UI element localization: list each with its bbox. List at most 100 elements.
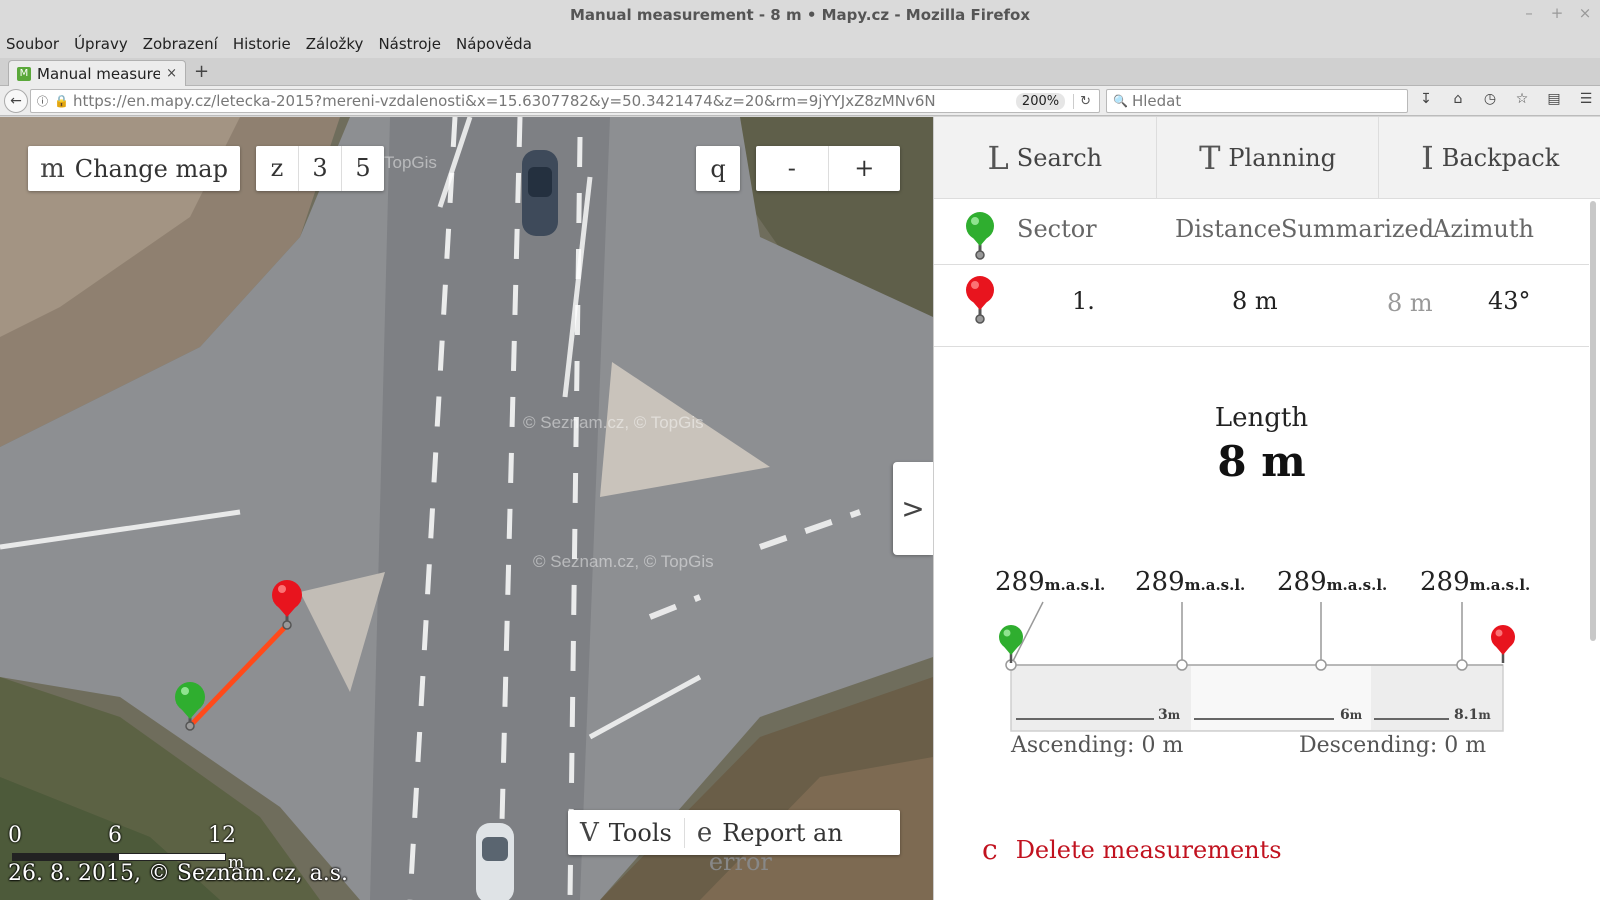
panel-tabs: L Search T Planning I Backpack [934,117,1600,199]
tab-planning[interactable]: T Planning [1157,117,1380,198]
toolbar-icons: ↧ ⌂ ◷ ☆ ▤ ☰ [1418,91,1594,107]
row-azimuth: 43° [1488,287,1531,315]
home-icon[interactable]: ⌂ [1450,91,1466,107]
report-icon: e [696,817,713,848]
distance-tick-label: 8.1m [1454,707,1491,723]
descending-total: Descending: 0 m [1299,733,1487,758]
window-titlebar: Manual measurement - 8 m • Mapy.cz - Moz… [0,0,1600,30]
distance-tick-label: 6m [1340,707,1363,723]
map-watermark: © Seznam.cz, © TopGis [523,413,704,432]
header-summarized: Summarized [1281,215,1435,243]
aerial-map[interactable]: © Seznam.cz, © TopGis © Seznam.cz, © Top… [0,117,933,900]
url-text[interactable]: https://en.mapy.cz/letecka-2015?mereni-v… [73,92,1016,110]
altitude-label: 289m.a.s.l. [1135,567,1246,597]
search-placeholder: Hledat [1131,92,1182,110]
report-error-button[interactable]: e Report an error [696,817,843,876]
back-button[interactable]: ← [4,89,28,113]
navigation-bar: ← ⓘ 🔒 https://en.mapy.cz/letecka-2015?me… [0,86,1600,116]
tab-search[interactable]: L Search [934,117,1157,198]
tools-label: Tools [608,818,672,847]
info-icon[interactable]: ⓘ [37,93,48,109]
map-watermark: TopGis [384,153,437,172]
lock-icon: 🔒 [54,94,69,108]
altitude-label: 289m.a.s.l. [1420,567,1531,597]
tab-backpack[interactable]: I Backpack [1379,117,1600,198]
delete-measurements-label: Delete measurements [1015,835,1282,864]
table-row: 1. 8 m 8 m 43° [934,265,1589,347]
collapse-panel-button[interactable]: > [893,462,933,555]
mode-5-button[interactable]: 5 [342,146,384,191]
history-icon[interactable]: ◷ [1482,91,1498,107]
menu-napoveda[interactable]: Nápověda [456,35,532,53]
menu-bar: Soubor Úpravy Zobrazení Historie Záložky… [0,30,1600,58]
total-length: Length 8 m [934,403,1589,486]
zoom-indicator[interactable]: 200% [1015,92,1066,110]
menu-zalozky[interactable]: Záložky [306,35,364,53]
map-mode-buttons: z 3 5 [256,146,384,191]
tab-strip: M Manual measure × + [0,58,1600,86]
map-tools-bar: V Tools e Report an error [568,810,900,876]
scale-label-0: 0 [8,823,22,848]
delete-measurements-button[interactable]: c Delete measurements [982,833,1282,866]
window-title: Manual measurement - 8 m • Mapy.cz - Moz… [569,6,1030,24]
header-sector: Sector [1017,215,1097,243]
menu-upravy[interactable]: Úpravy [74,35,128,53]
end-pin-icon [966,276,994,324]
menu-historie[interactable]: Historie [233,35,291,53]
delete-icon: c [982,833,998,866]
maximize-button[interactable]: + [1550,4,1564,22]
scale-label-6: 6 [108,823,122,848]
report-label: Report an [722,818,843,847]
browser-tab[interactable]: M Manual measure × [8,60,186,86]
scale-bar [12,853,226,861]
locate-button[interactable]: q [696,146,740,191]
report-label-overflow: error [708,847,772,876]
start-pin-icon [966,212,994,260]
tools-button[interactable]: V Tools [580,818,672,848]
menu-soubor[interactable]: Soubor [6,35,59,53]
length-label: Length [1214,403,1309,433]
measurement-table-header: Sector Distance Summarized Azimuth [934,199,1589,265]
scale-label-12: 12 [208,823,236,848]
close-window-button[interactable]: × [1578,4,1592,22]
mode-3-button[interactable]: 3 [299,146,342,191]
altitude-label: 289m.a.s.l. [995,567,1106,597]
map-layers-icon: m [40,153,65,184]
bookmark-star-icon[interactable]: ☆ [1514,91,1530,107]
minimize-button[interactable]: – [1522,4,1536,22]
menu-nastroje[interactable]: Nástroje [378,35,441,53]
change-map-button[interactable]: m Change map [28,146,240,191]
tools-divider [683,817,685,848]
row-sector: 1. [1072,287,1095,315]
map-watermark: © Seznam.cz, © TopGis [533,552,714,571]
search-icon: 🔍 [1113,94,1128,108]
window-controls: – + × [1522,4,1592,22]
tab-close-icon[interactable]: × [166,66,177,81]
header-distance: Distance [1175,215,1282,243]
map-copyright: 26. 8. 2015, © Seznam.cz, a.s. [8,861,349,886]
zoom-in-button[interactable]: + [829,146,901,191]
altitude-label: 289m.a.s.l. [1277,567,1388,597]
zoom-out-button[interactable]: - [756,146,829,191]
new-tab-button[interactable]: + [194,61,209,82]
mapy-favicon-icon: M [17,66,31,81]
ascending-total: Ascending: 0 m [1011,733,1184,758]
row-summarized: 8 m [1387,289,1433,317]
download-icon[interactable]: ↧ [1418,91,1434,107]
header-azimuth: Azimuth [1433,215,1534,243]
tab-search-label: Search [1016,143,1103,172]
search-bar[interactable]: 🔍 Hledat [1106,89,1408,113]
z-mode-button[interactable]: z [256,146,299,191]
tab-backpack-label: Backpack [1441,143,1560,172]
reload-icon[interactable]: ↻ [1073,93,1091,109]
reader-icon[interactable]: ▤ [1546,91,1562,107]
planning-tab-icon: T [1199,138,1221,177]
side-panel: L Search T Planning I Backpack Sector Di… [933,117,1600,900]
tab-planning-label: Planning [1228,143,1336,172]
search-tab-icon: L [987,138,1009,177]
menu-zobrazeni[interactable]: Zobrazení [143,35,218,53]
url-bar[interactable]: ⓘ 🔒 https://en.mapy.cz/letecka-2015?mere… [30,89,1100,113]
panel-scrollbar-thumb[interactable] [1590,201,1596,641]
length-value: 8 m [1217,437,1306,486]
menu-icon[interactable]: ☰ [1578,91,1594,107]
